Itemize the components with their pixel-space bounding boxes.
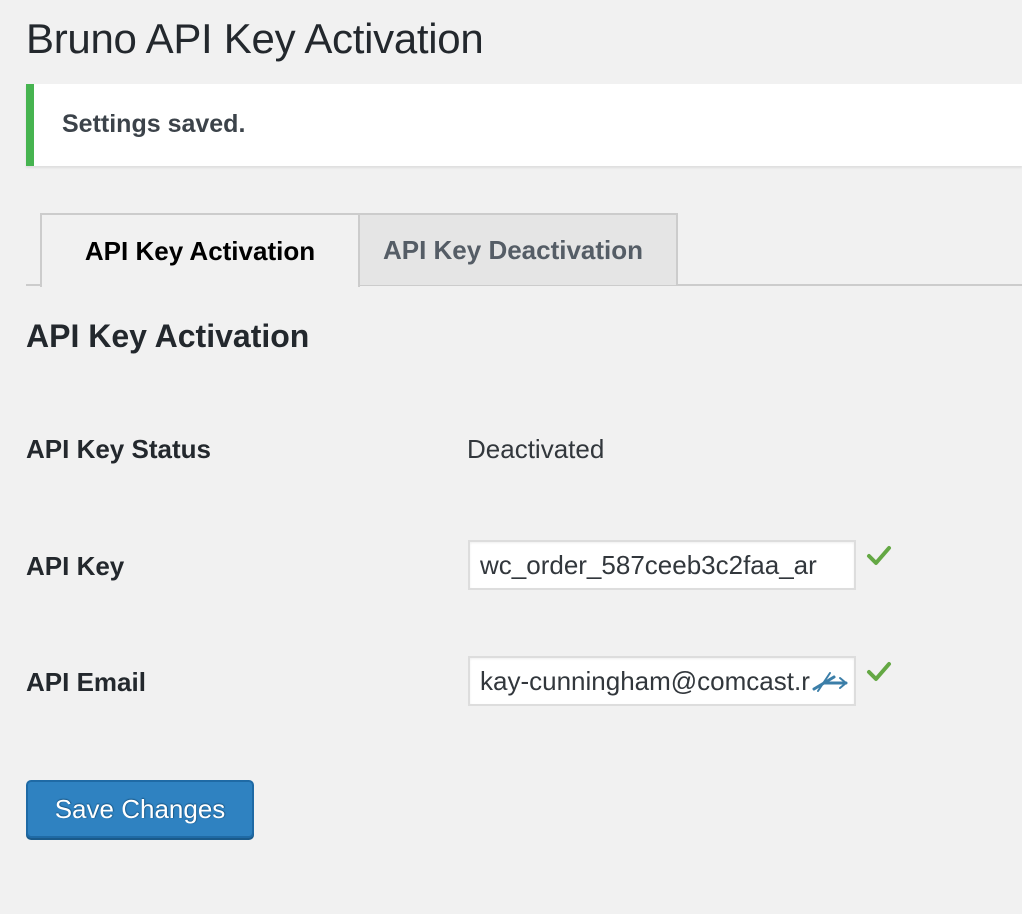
api-key-label: API Key [26, 551, 125, 581]
password-manager-icon[interactable] [812, 669, 848, 695]
tab-bar: API Key Activation API Key Deactivation [26, 213, 1022, 287]
api-key-input[interactable] [468, 540, 856, 590]
api-email-label: API Email [26, 667, 146, 697]
settings-saved-notice: Settings saved. [26, 84, 1022, 166]
page-title: Bruno API Key Activation [26, 15, 484, 62]
api-email-input[interactable] [468, 656, 856, 706]
notice-text: Settings saved. [62, 110, 246, 138]
tab-api-key-deactivation[interactable]: API Key Deactivation [348, 213, 678, 285]
section-title: API Key Activation [26, 318, 310, 354]
api-key-status-value: Deactivated [467, 434, 605, 464]
checkmark-icon [867, 546, 891, 565]
tab-api-key-activation[interactable]: API Key Activation [40, 213, 360, 287]
save-changes-button[interactable]: Save Changes [26, 780, 254, 838]
api-key-status-label: API Key Status [26, 434, 211, 464]
checkmark-icon [867, 662, 891, 681]
